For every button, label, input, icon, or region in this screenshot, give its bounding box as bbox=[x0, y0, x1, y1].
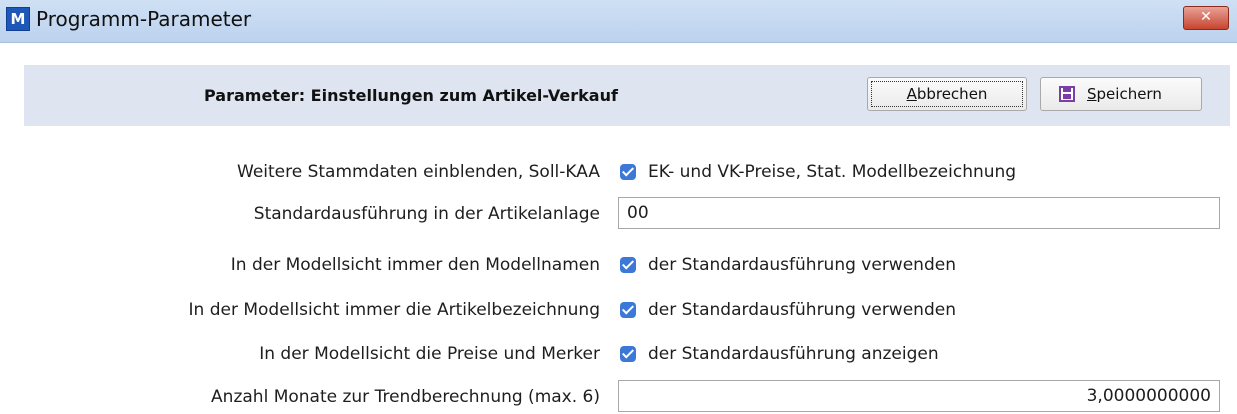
setting-row-modellnamen: In der Modellsicht immer den Modellnamen… bbox=[0, 248, 1237, 282]
title-bar[interactable]: M Programm-Parameter ✕ bbox=[0, 0, 1237, 43]
setting-row-stammdaten: Weitere Stammdaten einblenden, Soll-KAA … bbox=[0, 155, 1237, 189]
save-button[interactable]: Speichern bbox=[1040, 77, 1202, 111]
checkbox-stammdaten[interactable] bbox=[620, 164, 636, 180]
setting-label: In der Modellsicht die Preise und Merker bbox=[259, 344, 600, 364]
setting-label: In der Modellsicht immer den Modellnamen bbox=[230, 255, 600, 275]
save-button-label: Speichern bbox=[1087, 85, 1162, 103]
setting-row-trendberechnung: Anzahl Monate zur Trendberechnung (max. … bbox=[0, 380, 1237, 414]
checkbox-modellnamen[interactable] bbox=[620, 257, 636, 273]
checkbox-artikelbezeichnung[interactable] bbox=[620, 302, 636, 318]
app-icon: M bbox=[6, 7, 30, 31]
checkbox-label[interactable]: der Standardausführung verwenden bbox=[648, 293, 956, 327]
cancel-button[interactable]: Abbrechen bbox=[867, 77, 1027, 111]
setting-row-artikelbezeichnung: In der Modellsicht immer die Artikelbeze… bbox=[0, 293, 1237, 327]
setting-label: Standardausführung in der Artikelanlage bbox=[253, 204, 600, 224]
close-icon: ✕ bbox=[1200, 9, 1212, 25]
checkbox-label[interactable]: der Standardausführung verwenden bbox=[648, 248, 956, 282]
setting-label: Anzahl Monate zur Trendberechnung (max. … bbox=[211, 387, 600, 407]
window-title: Programm-Parameter bbox=[36, 7, 252, 31]
standardausfuehrung-input[interactable]: 00 bbox=[618, 197, 1220, 229]
setting-label: Weitere Stammdaten einblenden, Soll-KAA bbox=[237, 162, 600, 182]
dialog-body: Parameter: Einstellungen zum Artikel-Ver… bbox=[0, 43, 1237, 412]
close-button[interactable]: ✕ bbox=[1183, 6, 1229, 30]
setting-label: In der Modellsicht immer die Artikelbeze… bbox=[188, 300, 600, 320]
checkbox-preise-merker[interactable] bbox=[620, 346, 636, 362]
setting-row-standardausfuehrung: Standardausführung in der Artikelanlage … bbox=[0, 197, 1237, 231]
setting-row-preise-merker: In der Modellsicht die Preise und Merker… bbox=[0, 337, 1237, 371]
checkbox-label[interactable]: EK- und VK-Preise, Stat. Modellbezeichnu… bbox=[648, 155, 1016, 189]
focus-rectangle bbox=[871, 81, 1023, 107]
checkbox-label[interactable]: der Standardausführung anzeigen bbox=[648, 337, 939, 371]
trend-months-input[interactable]: 3,0000000000 bbox=[618, 380, 1220, 412]
header-band: Parameter: Einstellungen zum Artikel-Ver… bbox=[24, 65, 1230, 126]
floppy-disk-icon bbox=[1059, 86, 1075, 102]
page-title: Parameter: Einstellungen zum Artikel-Ver… bbox=[204, 86, 618, 105]
